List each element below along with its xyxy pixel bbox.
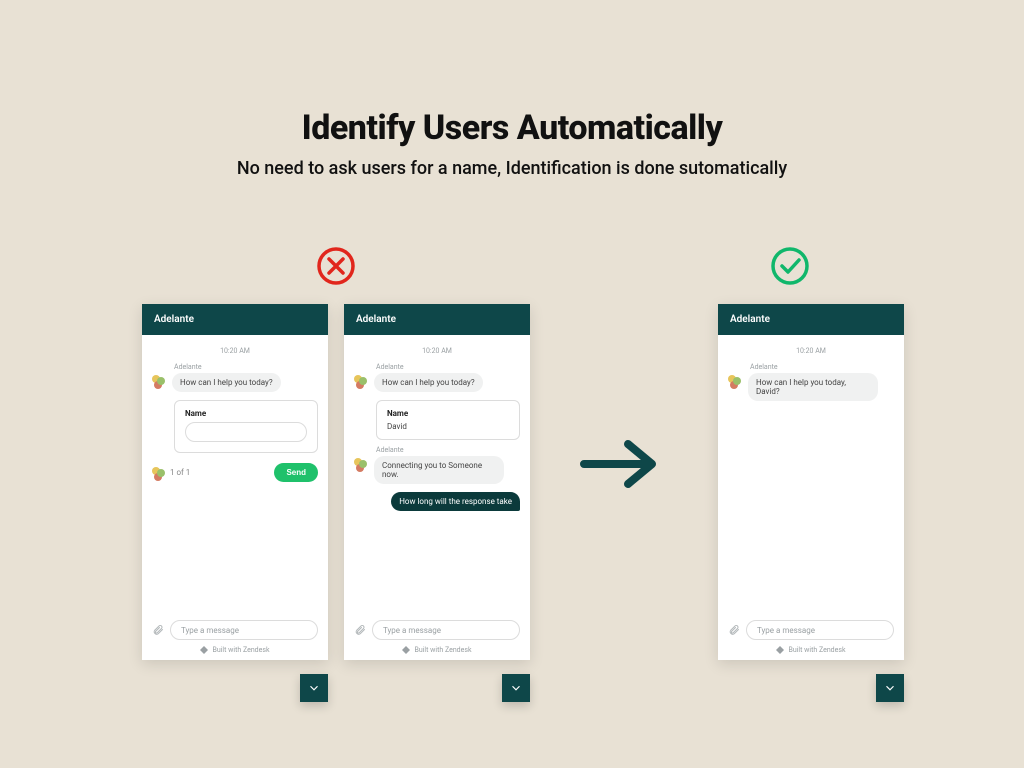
chat-widget-before-2: Adelante 10:20 AM Adelante How can I hel…: [344, 304, 530, 660]
built-with-footer: Built with Zendesk: [344, 642, 530, 660]
user-message: How long will the response take: [391, 492, 520, 511]
bot-message: How can I help you today?: [172, 373, 281, 392]
name-label: Name: [387, 409, 509, 418]
arrow-right-icon: [576, 432, 668, 496]
bot-avatar-icon: [152, 375, 166, 389]
chat-header: Adelante: [142, 304, 328, 335]
sender-label: Adelante: [750, 363, 894, 371]
bot-message: How can I help you today, David?: [748, 373, 878, 401]
chat-header: Adelante: [344, 304, 530, 335]
chat-widget-before-1: Adelante 10:20 AM Adelante How can I hel…: [142, 304, 328, 660]
built-with-label: Built with Zendesk: [788, 646, 845, 654]
sender-label: Adelante: [174, 363, 318, 371]
bot-message-row: Connecting you to Someone now.: [354, 456, 520, 484]
zendesk-logo-icon: [200, 646, 208, 654]
message-input[interactable]: Type a message: [372, 620, 520, 640]
name-form: Name: [174, 400, 318, 453]
message-input[interactable]: Type a message: [746, 620, 894, 640]
zendesk-logo-icon: [776, 646, 784, 654]
bot-avatar-icon: [152, 467, 166, 481]
bot-avatar-icon: [354, 375, 368, 389]
chevron-down-icon: [509, 681, 523, 695]
name-input[interactable]: [185, 422, 307, 442]
collapse-button[interactable]: [502, 674, 530, 702]
timestamp: 10:20 AM: [152, 347, 318, 355]
page-subtitle: No need to ask users for a name, Identif…: [0, 158, 1024, 179]
message-input[interactable]: Type a message: [170, 620, 318, 640]
timestamp: 10:20 AM: [354, 347, 520, 355]
collapse-button[interactable]: [300, 674, 328, 702]
built-with-footer: Built with Zendesk: [142, 642, 328, 660]
collapse-button[interactable]: [876, 674, 904, 702]
user-message-row: How long will the response take: [354, 492, 520, 511]
bot-avatar-icon: [728, 375, 742, 389]
built-with-label: Built with Zendesk: [212, 646, 269, 654]
bot-avatar-icon: [354, 458, 368, 472]
form-progress: 1 of 1: [170, 468, 190, 477]
page-title: Identify Users Automatically: [0, 108, 1024, 148]
check-circle-icon: [770, 246, 810, 286]
paperclip-icon[interactable]: [728, 624, 740, 636]
send-button[interactable]: Send: [274, 463, 318, 482]
built-with-label: Built with Zendesk: [414, 646, 471, 654]
zendesk-logo-icon: [402, 646, 410, 654]
paperclip-icon[interactable]: [152, 624, 164, 636]
bot-message-row: How can I help you today?: [354, 373, 520, 392]
name-value: David: [387, 422, 509, 431]
name-form-filled: Name David: [376, 400, 520, 440]
bot-message: How can I help you today?: [374, 373, 483, 392]
chat-widget-after: Adelante 10:20 AM Adelante How can I hel…: [718, 304, 904, 660]
chevron-down-icon: [307, 681, 321, 695]
bot-message-row: How can I help you today?: [152, 373, 318, 392]
sender-label: Adelante: [376, 446, 520, 454]
x-circle-icon: [316, 246, 356, 286]
chat-header: Adelante: [718, 304, 904, 335]
sender-label: Adelante: [376, 363, 520, 371]
timestamp: 10:20 AM: [728, 347, 894, 355]
chevron-down-icon: [883, 681, 897, 695]
paperclip-icon[interactable]: [354, 624, 366, 636]
bot-message: Connecting you to Someone now.: [374, 456, 504, 484]
bot-message-row: How can I help you today, David?: [728, 373, 894, 401]
built-with-footer: Built with Zendesk: [718, 642, 904, 660]
name-label: Name: [185, 409, 307, 418]
